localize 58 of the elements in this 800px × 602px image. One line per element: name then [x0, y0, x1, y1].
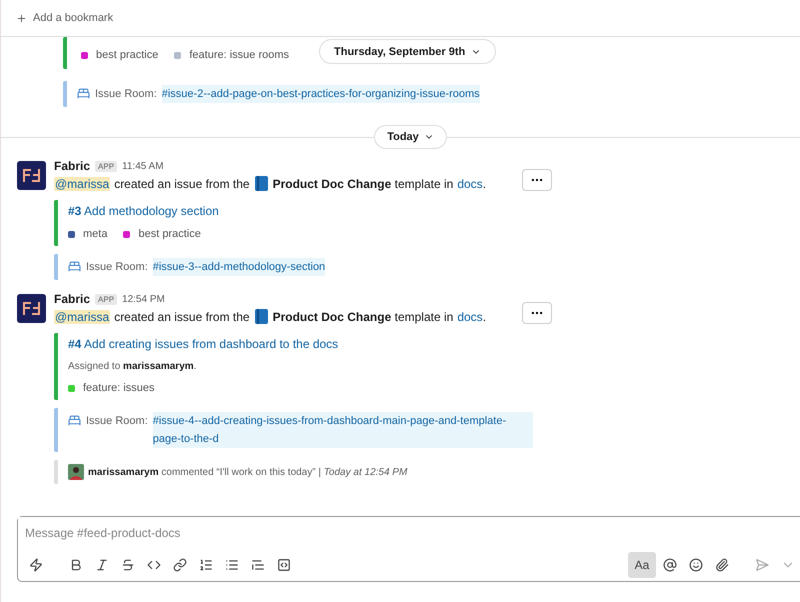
italic-icon [95, 558, 109, 572]
sender-name[interactable]: Fabric [54, 159, 90, 173]
label-text: meta [83, 228, 108, 240]
app-badge: APP [95, 294, 118, 304]
book-icon [254, 308, 269, 325]
message-text: . [482, 176, 486, 190]
message-text: . [482, 310, 486, 324]
issue-room-label: Issue Room: [86, 414, 148, 429]
message-text: Product Doc Change template in [272, 310, 454, 324]
bold-icon [69, 558, 83, 572]
emoji-icon [689, 558, 703, 572]
message-text: created an issue from the [114, 176, 250, 190]
label-text: best practice [96, 49, 158, 61]
strikethrough-icon [121, 558, 135, 572]
app-logo [17, 161, 46, 190]
app-badge: APP [95, 160, 118, 172]
code-block-icon [277, 558, 291, 572]
issue-room-label: Issue Room: [86, 260, 148, 275]
channel-link[interactable]: docs [457, 176, 483, 190]
message-text: created an issue from the [114, 310, 250, 324]
issue-room-link[interactable]: #issue-4--add-creating-issues-from-dashboard-main-page-and-template-page-to-the-d [152, 412, 533, 448]
quote-icon [251, 558, 265, 572]
assignment-text: Assigned to marissamarym. [68, 361, 198, 372]
shortcuts-icon [29, 558, 43, 572]
issue-title-link[interactable]: #3 Add methodology section [68, 204, 800, 218]
message-text: Product Doc Change template in [272, 176, 454, 190]
book-icon [254, 175, 269, 192]
user-avatar [68, 464, 84, 480]
link-icon [173, 558, 187, 572]
issue-room-label: Issue Room: [95, 87, 157, 102]
user-mention[interactable]: @marissa [54, 176, 110, 190]
app-logo [17, 294, 46, 323]
comment-text: marissamarym commented “I'll work on this today” | Today at 12:54 PM [88, 466, 408, 478]
label-text: feature: issues [83, 382, 155, 394]
bed-icon [77, 87, 90, 100]
bulleted-list-icon [225, 558, 239, 572]
issue-title-link[interactable]: #4 Add creating issues from dashboard to the docs [68, 337, 800, 351]
plus-icon [16, 12, 27, 24]
formatting-toggle-button[interactable]: Aa [628, 552, 656, 578]
attach-icon [715, 558, 729, 572]
numbered-list-icon [199, 558, 213, 572]
add-bookmark-link[interactable]: Add a bookmark [33, 12, 114, 24]
issue-room-link[interactable]: #issue-3--add-methodology-section [152, 258, 326, 276]
date-divider-button[interactable]: Today [374, 125, 447, 149]
message-time[interactable]: 12:54 PM [122, 294, 165, 304]
channel-link[interactable]: docs [457, 310, 483, 324]
sender-name[interactable]: Fabric [54, 292, 90, 306]
label-text: best practice [138, 228, 201, 240]
issue-room-link[interactable]: #issue-2--add-page-on-best-practices-for-organizing-issue-rooms [162, 85, 480, 103]
message-time[interactable]: 11:45 AM [122, 160, 164, 172]
mention-icon [663, 558, 677, 572]
bed-icon [68, 260, 81, 273]
bed-icon [68, 414, 81, 427]
user-mention[interactable]: @marissa [54, 310, 110, 324]
label-text: feature: issue rooms [189, 49, 290, 61]
message-composer[interactable]: Message #feed-product-docs Aa [17, 516, 800, 582]
date-jump-button[interactable]: Thursday, September 9th [319, 39, 496, 64]
send-icon [755, 558, 769, 572]
